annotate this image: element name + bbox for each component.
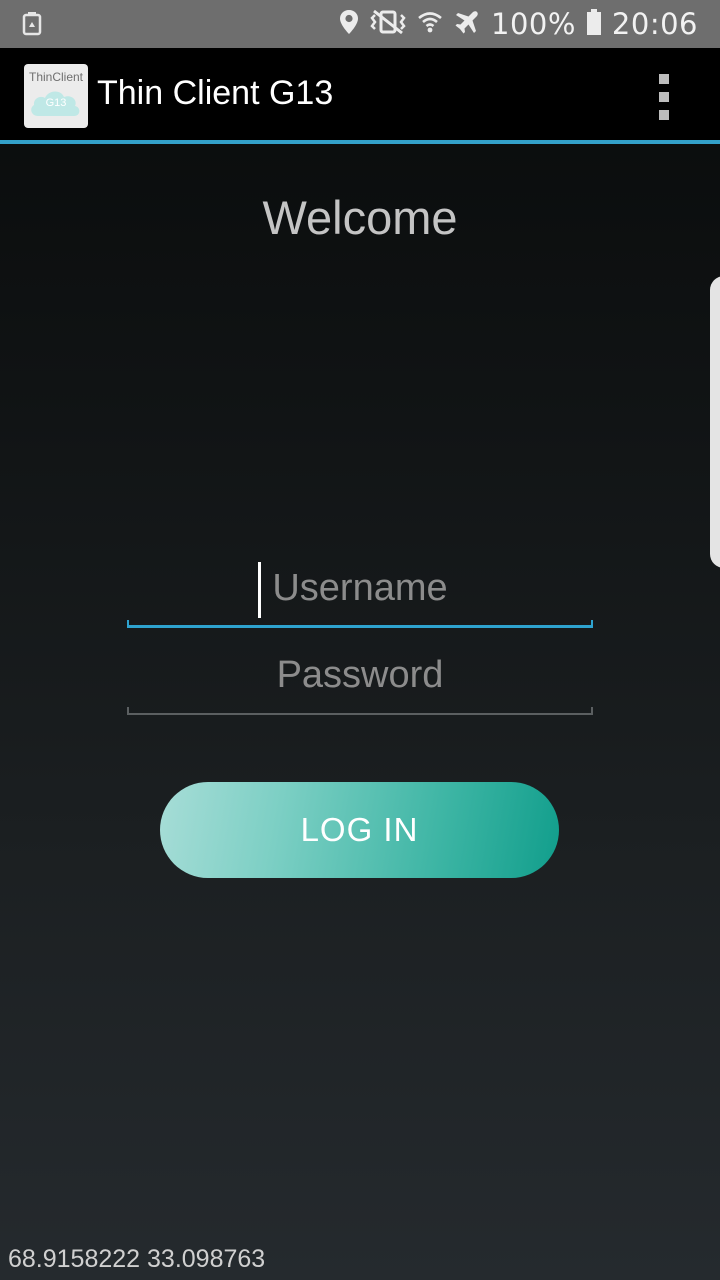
username-field — [127, 556, 593, 628]
login-screen: 100% 20:06 ThinClient G13 Thin Client G1… — [0, 0, 720, 1280]
underline-tick — [591, 707, 593, 715]
underline-tick — [127, 707, 129, 715]
status-bar: 100% 20:06 — [0, 0, 720, 48]
app-title: Thin Client G13 — [97, 74, 334, 112]
app-logo-sub: G13 — [45, 97, 67, 109]
airplane-mode-icon — [453, 8, 481, 40]
text-cursor — [258, 562, 261, 618]
location-icon — [339, 9, 359, 39]
edge-panel-handle[interactable] — [710, 276, 720, 568]
password-input[interactable] — [127, 643, 593, 707]
underline-tick — [127, 620, 129, 628]
password-underline — [127, 713, 593, 715]
wifi-icon — [417, 9, 443, 39]
app-logo: ThinClient G13 — [24, 64, 88, 128]
app-bar: ThinClient G13 Thin Client G13 — [0, 48, 720, 141]
login-button[interactable]: LOG IN — [160, 782, 559, 878]
overflow-menu-icon[interactable] — [652, 74, 676, 120]
recycle-icon — [22, 12, 42, 36]
menu-dot — [659, 110, 669, 120]
status-icons: 100% 20:06 — [339, 0, 698, 48]
vibrate-off-icon — [369, 9, 407, 39]
underline-tick — [591, 620, 593, 628]
app-bar-divider — [0, 140, 720, 144]
clock: 20:06 — [611, 7, 698, 41]
username-underline — [127, 625, 593, 628]
username-input[interactable] — [127, 556, 593, 620]
welcome-heading: Welcome — [262, 191, 458, 244]
battery-percent: 100% — [491, 7, 576, 41]
password-field — [127, 643, 593, 715]
battery-icon — [586, 9, 602, 39]
menu-dot — [659, 74, 669, 84]
coordinates-readout: 68.9158222 33.098763 — [8, 1245, 266, 1273]
menu-dot — [659, 92, 669, 102]
